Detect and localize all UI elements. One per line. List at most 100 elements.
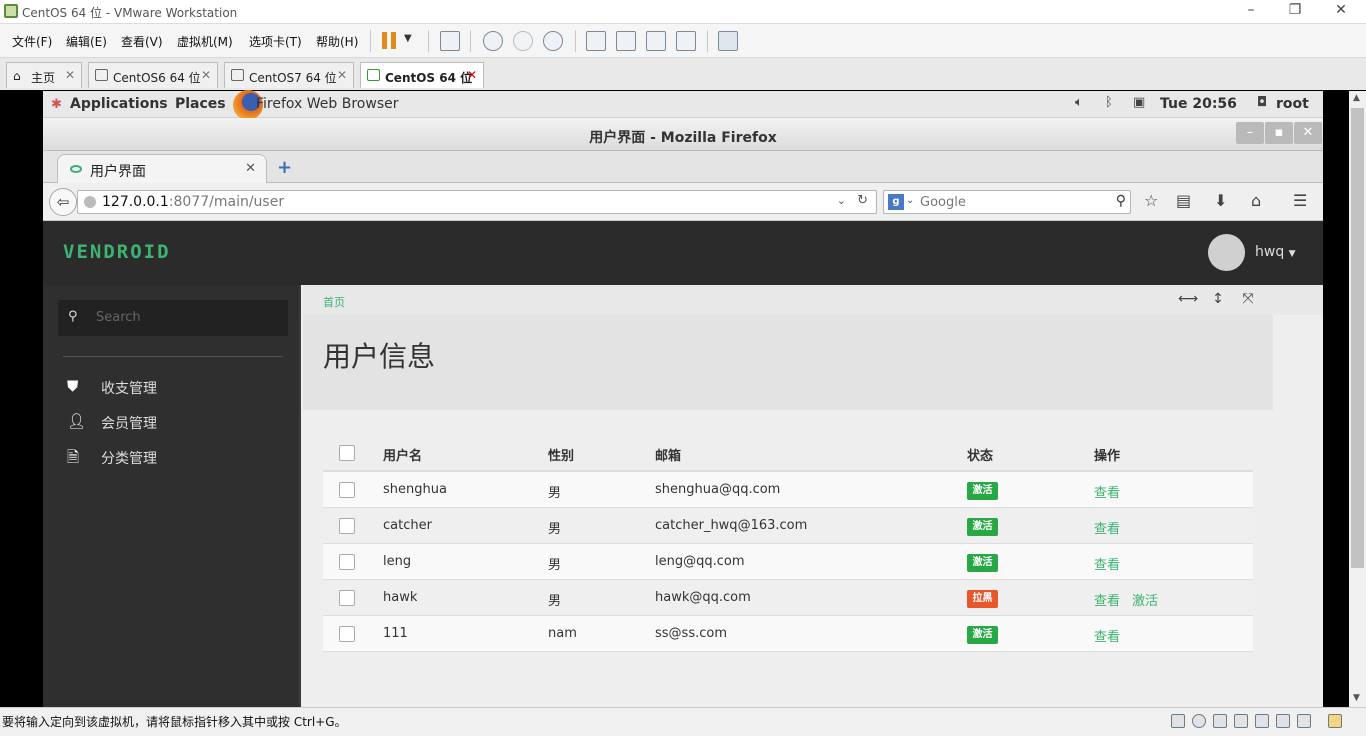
clock[interactable]: Tue 20:56 — [1160, 96, 1237, 112]
search-icon[interactable]: ⚲ — [1116, 193, 1126, 209]
reload-icon[interactable]: ↻ — [857, 193, 868, 208]
restore-icon[interactable]: ❐ — [1272, 2, 1318, 18]
close-icon[interactable]: ✕ — [65, 68, 75, 82]
expand-horizontal-icon[interactable]: ⟷ — [1174, 291, 1202, 311]
scroll-up-icon[interactable]: ▲ — [1353, 93, 1360, 103]
cd-rom-icon[interactable] — [1192, 714, 1206, 728]
url-bar[interactable]: 127.0.0.1:8077/main/user ⌄ ↻ — [77, 190, 877, 214]
fullscreen-icon[interactable]: ⤧ — [1234, 291, 1262, 311]
bluetooth-icon[interactable]: ᛒ — [1105, 95, 1113, 110]
user-menu[interactable]: hwq ▼ — [1255, 244, 1296, 260]
chevron-down-icon[interactable]: ⌄ — [837, 194, 846, 207]
maximize-icon[interactable]: ▪ — [1265, 122, 1293, 144]
menu-edit[interactable]: 编辑(E) — [66, 33, 107, 50]
row-checkbox[interactable] — [339, 554, 355, 570]
minimize-icon[interactable]: – — [1228, 2, 1274, 18]
home-icon[interactable]: ⌂ — [1251, 191, 1261, 210]
menu-help[interactable]: 帮助(H) — [316, 33, 358, 50]
google-icon[interactable]: g — [888, 194, 904, 210]
applications-menu[interactable]: Applications — [70, 96, 168, 112]
close-tab-icon[interactable]: ✕ — [245, 161, 256, 176]
display-icon[interactable] — [1297, 714, 1311, 728]
printer-icon[interactable] — [1234, 714, 1248, 728]
view-link[interactable]: 查看 — [1094, 554, 1120, 573]
menu-tabs[interactable]: 选项卡(T) — [249, 33, 302, 50]
expand-vertical-icon[interactable]: ↕ — [1204, 291, 1232, 311]
bookmark-star-icon[interactable]: ☆ — [1144, 191, 1158, 210]
row-checkbox[interactable] — [339, 590, 355, 606]
select-all-checkbox[interactable] — [339, 445, 355, 461]
usb-icon[interactable] — [1255, 714, 1269, 728]
row-checkbox[interactable] — [339, 518, 355, 534]
snapshot-manager-icon[interactable] — [543, 31, 563, 51]
scrollbar-thumb[interactable] — [1351, 108, 1364, 568]
sidebar-toggle-icon[interactable] — [586, 31, 606, 51]
close-icon[interactable]: ✕ — [467, 68, 477, 82]
revert-snapshot-icon[interactable] — [513, 31, 533, 51]
breadcrumb[interactable]: 首页 — [323, 294, 345, 310]
new-tab-icon[interactable]: + — [277, 157, 292, 178]
network-adapter-icon[interactable] — [1213, 714, 1227, 728]
menu-vm[interactable]: 虚拟机(M) — [177, 33, 233, 50]
unity-icon[interactable] — [676, 31, 696, 51]
tab-centos7[interactable]: CentOS7 64 位 ✕ — [224, 62, 354, 88]
activate-link[interactable]: 激活 — [1132, 590, 1158, 609]
view-link[interactable]: 查看 — [1094, 482, 1120, 501]
view-link[interactable]: 查看 — [1094, 626, 1120, 645]
vm-vertical-scrollbar[interactable]: ▲ ▼ — [1349, 91, 1366, 707]
menu-view[interactable]: 查看(V) — [121, 33, 163, 50]
minimize-icon[interactable]: – — [1236, 122, 1264, 144]
network-icon[interactable]: ▣ — [1133, 95, 1145, 110]
gnome-user[interactable]: root — [1276, 96, 1309, 112]
row-checkbox[interactable] — [339, 482, 355, 498]
back-arrow-icon[interactable]: ⇦ — [49, 188, 77, 216]
sidebar-item-label: 会员管理 — [101, 416, 157, 432]
thumbnail-view-icon[interactable] — [718, 31, 738, 51]
menu-file[interactable]: 文件(F) — [12, 33, 52, 50]
avatar[interactable] — [1208, 234, 1245, 271]
browser-tab[interactable]: 用户界面 ✕ — [57, 154, 267, 184]
tab-centos[interactable]: CentOS 64 位 ✕ — [360, 62, 484, 88]
sidebar-divider — [63, 356, 283, 357]
sidebar-item-members[interactable]: 👤︎ 会员管理 — [63, 409, 283, 437]
running-app-label[interactable]: Firefox Web Browser — [256, 96, 399, 112]
sidebar-item-categories[interactable]: 🗎︎ 分类管理 — [63, 444, 283, 472]
chevron-down-icon[interactable]: ⌄ — [906, 195, 914, 206]
row-checkbox[interactable] — [339, 626, 355, 642]
vmware-title-bar: CentOS 64 位 - VMware Workstation – ❐ ✕ — [0, 0, 1366, 24]
pause-icon[interactable] — [382, 32, 396, 49]
sound-card-icon[interactable] — [1276, 714, 1290, 728]
reading-list-icon[interactable]: ▤ — [1176, 191, 1191, 210]
sidebar-search-input[interactable]: ⚲ Search — [58, 300, 288, 336]
sidebar-item-finance[interactable]: ⛊ 收支管理 — [63, 374, 283, 402]
console-view-icon[interactable] — [616, 31, 636, 51]
hard-disk-icon[interactable] — [1171, 714, 1185, 728]
search-input[interactable]: g ⌄ Google ⚲ — [883, 190, 1131, 214]
chevron-down-icon[interactable]: ▼ — [404, 33, 412, 44]
web-page: VENDROID hwq ▼ ⚲ Search ⛊ 收支管理 👤︎ 会员管理 🗎… — [43, 221, 1323, 707]
cell-email: hawk@qq.com — [655, 590, 751, 605]
brand-logo[interactable]: VENDROID — [63, 241, 171, 263]
sidebar-item-label: 分类管理 — [101, 451, 157, 467]
close-icon[interactable]: ✕ — [1318, 2, 1364, 18]
table-row: hawk 男 hawk@qq.com 拉黑 查看 激活 — [323, 580, 1253, 616]
snapshot-icon[interactable] — [483, 31, 503, 51]
close-icon[interactable]: ✕ — [337, 68, 347, 82]
tab-centos6[interactable]: CentOS6 64 位 ✕ — [88, 62, 218, 88]
send-ctrl-alt-del-icon[interactable] — [440, 31, 460, 51]
download-icon[interactable]: ⬇ — [1214, 191, 1227, 210]
scroll-down-icon[interactable]: ▼ — [1353, 693, 1360, 703]
view-link[interactable]: 查看 — [1094, 518, 1120, 537]
hamburger-menu-icon[interactable]: ☰ — [1293, 191, 1307, 210]
view-link[interactable]: 查看 — [1094, 590, 1120, 609]
close-icon[interactable]: ✕ — [201, 68, 211, 82]
tab-home[interactable]: ⌂ 主页 ✕ — [6, 62, 82, 88]
user-menu-icon[interactable]: ◘ — [1257, 95, 1267, 110]
places-menu[interactable]: Places — [175, 96, 226, 112]
close-icon[interactable]: ✕ — [1294, 122, 1322, 144]
volume-icon[interactable]: 🔈︎ — [1075, 95, 1083, 110]
fullscreen-icon[interactable] — [646, 31, 666, 51]
browser-tab-label: 用户界面 — [90, 164, 146, 180]
message-log-icon[interactable] — [1328, 714, 1342, 728]
cell-email: catcher_hwq@163.com — [655, 518, 808, 533]
